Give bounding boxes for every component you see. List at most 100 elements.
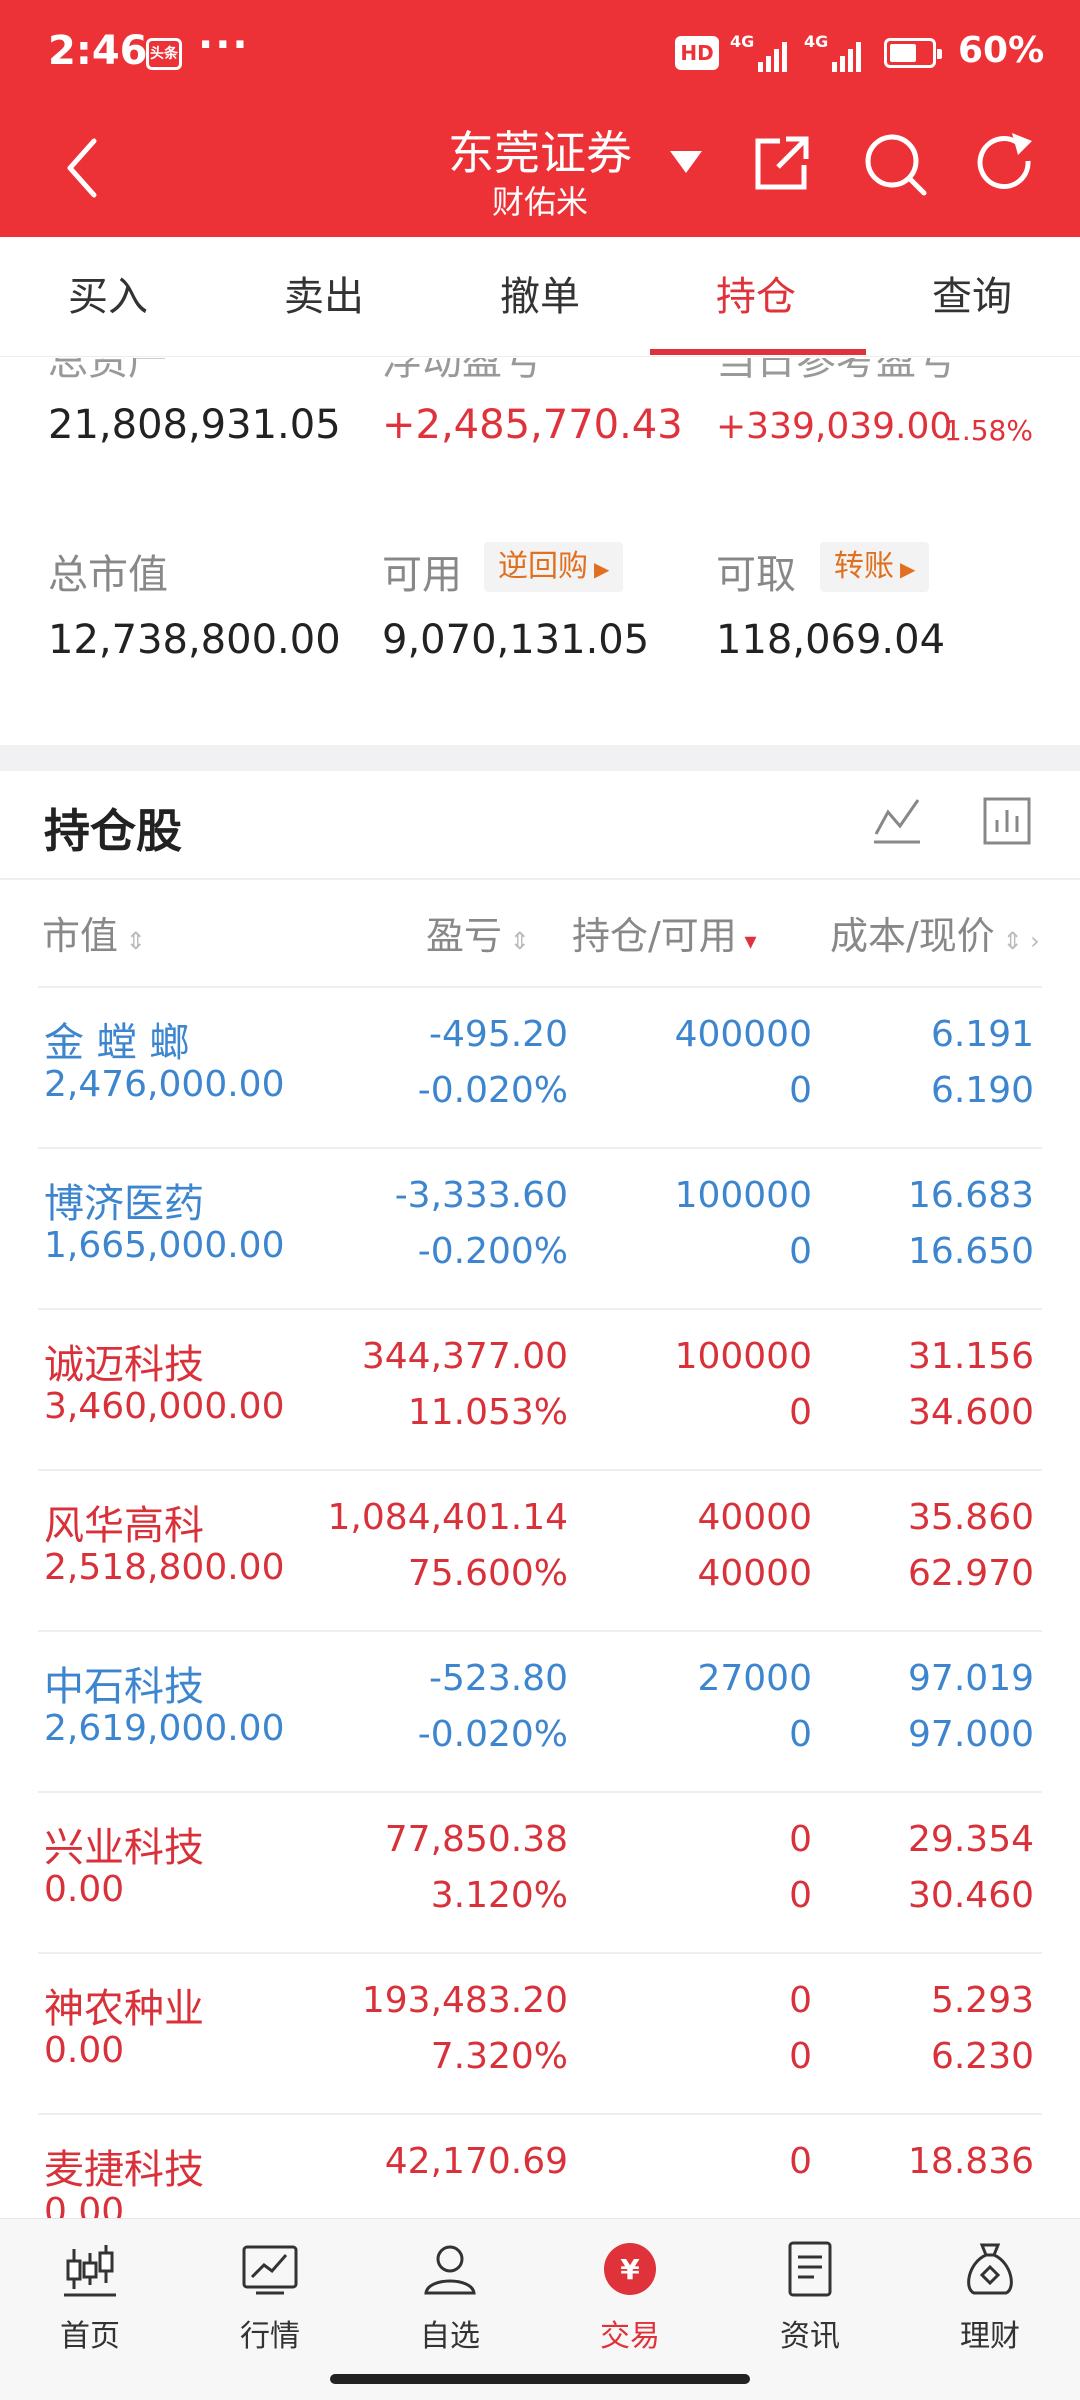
stock-position: 400000 — [674, 1014, 812, 1055]
stock-name: 兴业科技 — [44, 1825, 204, 1871]
holding-row[interactable]: 中石科技 2,619,000.00 -523.80 -0.020% 27000 … — [38, 1632, 1042, 1793]
stock-cost: 97.019 — [908, 1658, 1034, 1699]
share-icon[interactable] — [750, 133, 812, 195]
holding-row[interactable]: 博济医药 1,665,000.00 -3,333.60 -0.200% 1000… — [38, 1149, 1042, 1310]
tab-holdings[interactable]: 持仓 — [648, 237, 864, 357]
stock-market-value: 0.00 — [44, 2030, 125, 2071]
signal-icon-2 — [832, 38, 866, 72]
refresh-icon[interactable] — [974, 131, 1040, 197]
nav-watchlist[interactable]: 自选 — [360, 2219, 540, 2369]
stock-name: 麦捷科技 — [44, 2147, 204, 2193]
holding-row[interactable]: 神农种业 0.00 193,483.20 7.320% 0 0 5.293 6.… — [38, 1954, 1042, 2115]
stock-position: 27000 — [697, 1658, 812, 1699]
stock-available: 40000 — [697, 1553, 812, 1594]
candlestick-icon — [64, 2245, 116, 2297]
signal-icon — [758, 38, 792, 72]
column-position[interactable]: 持仓/可用 ▾ — [572, 905, 757, 960]
total-assets-value: 21,808,931.05 — [48, 402, 341, 448]
status-bar: 2:46 头条 ··· HD 4G 4G 60% — [0, 0, 1080, 105]
home-indicator[interactable] — [330, 2374, 750, 2384]
available-value: 9,070,131.05 — [382, 617, 650, 663]
nav-label: 行情 — [240, 2319, 300, 2354]
stock-position: 40000 — [697, 1497, 812, 1538]
stock-available: 0 — [789, 1714, 812, 1755]
column-pl[interactable]: 盈亏 ⇕ — [426, 905, 530, 960]
withdrawable-label: 可取 — [716, 552, 796, 598]
stock-cost: 18.836 — [908, 2141, 1034, 2182]
tab-sell[interactable]: 卖出 — [216, 237, 432, 357]
header-divider — [0, 878, 1080, 880]
stock-position: 100000 — [674, 1175, 812, 1216]
stock-pl-percent: -0.020% — [417, 1714, 568, 1755]
stock-market-value: 0.00 — [44, 1869, 125, 1910]
stock-pl: -495.20 — [429, 1014, 568, 1055]
stock-cost: 6.191 — [930, 1014, 1034, 1055]
more-notifications-icon: ··· — [198, 22, 250, 68]
stock-pl: 1,084,401.14 — [327, 1497, 568, 1538]
tab-cancel[interactable]: 撤单 — [432, 237, 648, 357]
reverse-repo-button[interactable]: 逆回购 ▶ — [484, 542, 624, 592]
daily-pl-percent: 1.58% — [944, 414, 1033, 447]
stock-position: 0 — [789, 1980, 812, 2021]
stock-name: 风华高科 — [44, 1503, 204, 1549]
stock-name: 博济医药 — [44, 1181, 204, 1227]
stock-pl: -523.80 — [429, 1658, 568, 1699]
trend-chart-icon[interactable] — [872, 796, 922, 846]
stock-pl: 344,377.00 — [361, 1336, 568, 1377]
stock-price: 34.600 — [908, 1392, 1034, 1433]
stock-market-value: 2,476,000.00 — [44, 1064, 285, 1105]
floating-pl-label: 浮动盈亏 — [382, 358, 542, 378]
stock-cost: 5.293 — [930, 1980, 1034, 2021]
stock-price: 30.460 — [908, 1875, 1034, 1916]
news-app-icon: 头条 — [146, 38, 182, 70]
floating-pl-value: +2,485,770.43 — [382, 402, 683, 448]
stock-pl-percent: 75.600% — [407, 1553, 568, 1594]
stock-market-value: 1,665,000.00 — [44, 1225, 285, 1266]
stock-price: 6.190 — [930, 1070, 1034, 1111]
battery-icon — [884, 38, 942, 68]
nav-label: 首页 — [60, 2319, 120, 2354]
trade-tabs: 买入 卖出 撤单 持仓 查询 — [0, 237, 1080, 357]
stock-pl-percent: 7.320% — [430, 2036, 568, 2077]
stock-pl-percent: -0.020% — [417, 1070, 568, 1111]
dropdown-icon[interactable] — [668, 147, 704, 177]
search-icon[interactable] — [862, 131, 928, 197]
nav-label: 自选 — [420, 2319, 480, 2354]
section-divider — [0, 745, 1080, 771]
holding-row[interactable]: 金 螳 螂 2,476,000.00 -495.20 -0.020% 40000… — [38, 988, 1042, 1149]
stock-name: 金 螳 螂 — [44, 1020, 190, 1066]
holding-row[interactable]: 兴业科技 0.00 77,850.38 3.120% 0 0 29.354 30… — [38, 1793, 1042, 1954]
nav-label: 交易 — [600, 2319, 660, 2354]
stock-price: 6.230 — [930, 2036, 1034, 2077]
holding-row[interactable]: 风华高科 2,518,800.00 1,084,401.14 75.600% 4… — [38, 1471, 1042, 1632]
market-value-label: 总市值 — [48, 552, 168, 598]
cut-labels-row: 总资产 浮动盈亏 当日参考盈亏 — [0, 358, 1080, 378]
transfer-button[interactable]: 转账 ▶ — [820, 542, 930, 592]
tab-query[interactable]: 查询 — [864, 237, 1080, 357]
stock-available: 0 — [789, 1875, 812, 1916]
user-icon — [424, 2245, 476, 2295]
column-market-value[interactable]: 市值 ⇕ — [42, 905, 146, 960]
nav-wealth[interactable]: 理财 — [900, 2219, 1080, 2369]
stock-available: 0 — [789, 1231, 812, 1272]
stock-pl-percent: 11.053% — [407, 1392, 568, 1433]
stock-available: 0 — [789, 1392, 812, 1433]
network-4g-label-2: 4G — [804, 32, 829, 51]
nav-market[interactable]: 行情 — [180, 2219, 360, 2369]
stock-name: 神农种业 — [44, 1986, 204, 2032]
tab-buy[interactable]: 买入 — [0, 237, 216, 357]
stock-cost: 16.683 — [908, 1175, 1034, 1216]
stock-price: 97.000 — [908, 1714, 1034, 1755]
stock-available: 0 — [789, 1070, 812, 1111]
document-icon — [788, 2241, 832, 2297]
holding-row[interactable]: 诚迈科技 3,460,000.00 344,377.00 11.053% 100… — [38, 1310, 1042, 1471]
column-cost-price[interactable]: 成本/现价 ⇕ › — [830, 905, 1040, 960]
nav-news[interactable]: 资讯 — [720, 2219, 900, 2369]
stock-pl: -3,333.60 — [394, 1175, 568, 1216]
nav-trade[interactable]: ¥ 交易 — [540, 2219, 720, 2369]
stock-position: 100000 — [674, 1336, 812, 1377]
bottom-nav: 首页 行情 自选 ¥ 交易 资讯 理财 — [0, 2218, 1080, 2400]
bar-chart-icon[interactable] — [982, 796, 1032, 846]
status-time: 2:46 — [48, 28, 148, 74]
nav-home[interactable]: 首页 — [0, 2219, 180, 2369]
